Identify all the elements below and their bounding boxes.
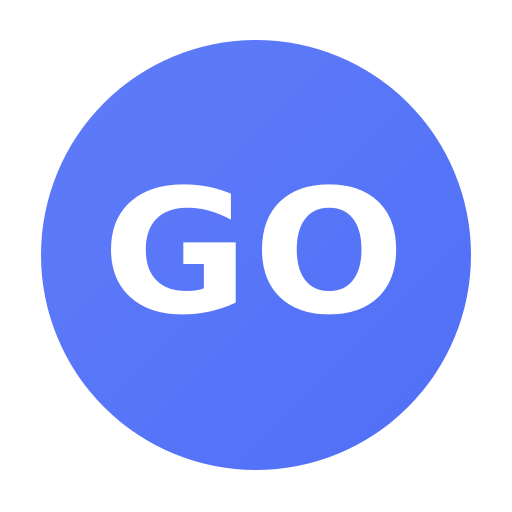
go-label: GO bbox=[102, 152, 410, 353]
go-button[interactable]: GO bbox=[41, 40, 471, 470]
app-icon-canvas: GO bbox=[0, 0, 512, 512]
